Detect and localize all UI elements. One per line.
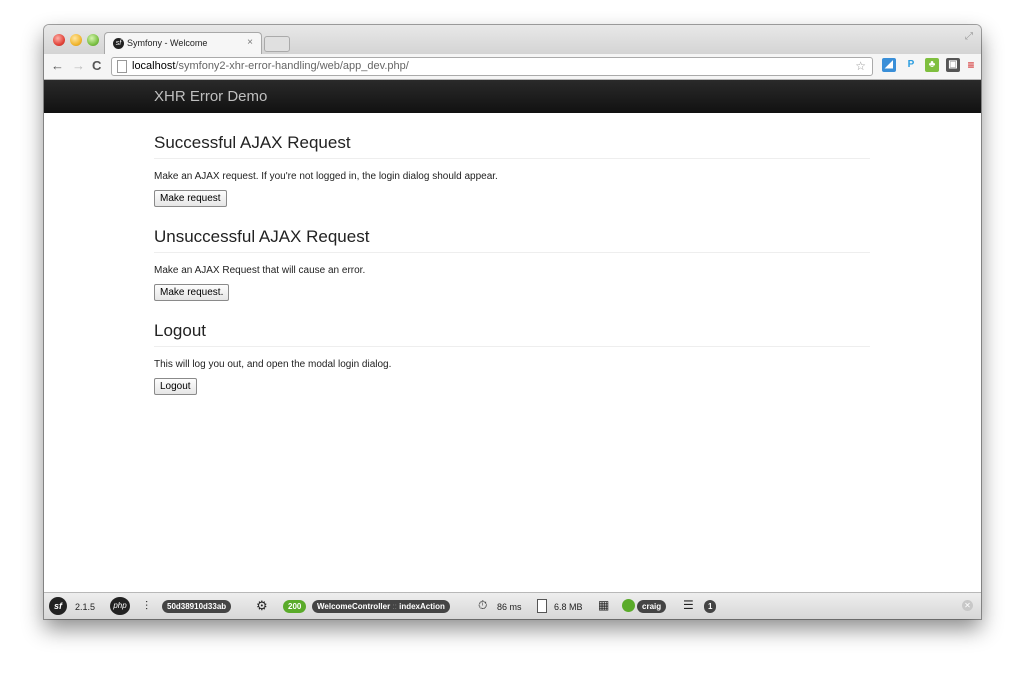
section-description: This will log you out, and open the moda… <box>154 359 392 370</box>
memory-icon <box>537 599 547 613</box>
controller-badge[interactable]: WelcomeController :: indexAction <box>312 600 450 613</box>
authenticated-status-icon <box>622 599 635 612</box>
page-navbar: XHR Error Demo <box>44 80 981 113</box>
chrome-menu-icon[interactable]: ≡ <box>964 58 978 72</box>
symfony-debug-toolbar: sf 2.1.5 php ⫶ 50d38910d33ab ⚙ 200 Welco… <box>44 592 981 619</box>
section-heading: Unsuccessful AJAX Request <box>154 207 870 253</box>
extension-evernote-icon[interactable]: ♣ <box>925 58 939 72</box>
extension-screenshot-icon[interactable]: ▣ <box>946 58 960 72</box>
make-error-request-button[interactable]: Make request. <box>154 284 230 301</box>
new-tab-button[interactable] <box>264 36 290 52</box>
symfony-logo-icon[interactable]: sf <box>49 597 67 615</box>
bookmark-star-icon[interactable]: ☆ <box>855 58 866 75</box>
url-host: localhost <box>132 60 176 72</box>
database-icon: ☰ <box>683 598 694 612</box>
tab-symfony-welcome[interactable]: sf Symfony - Welcome × <box>104 32 262 55</box>
extension-p-icon[interactable]: P <box>904 58 918 72</box>
browser-window: sf Symfony - Welcome × ⤢ ← → C localhost… <box>44 25 981 619</box>
url-text: localhost/symfony2-xhr-error-handling/we… <box>132 58 409 75</box>
fullscreen-icon[interactable]: ⤢ <box>965 31 973 42</box>
section-successful-request: Successful AJAX Request Make an AJAX req… <box>154 113 870 207</box>
gear-icon: ⚙ <box>256 598 268 613</box>
make-request-button[interactable]: Make request <box>154 190 227 207</box>
symfony-version[interactable]: 2.1.5 <box>75 602 95 612</box>
window-close-button[interactable] <box>53 34 65 46</box>
php-logo-icon[interactable]: php <box>110 597 130 615</box>
tab-close-icon[interactable]: × <box>247 37 253 48</box>
close-icon[interactable]: ✕ <box>962 600 973 611</box>
extension-icon[interactable]: ◢ <box>882 58 896 72</box>
back-arrow-icon[interactable]: ← <box>51 58 64 73</box>
url-path: /symfony2-xhr-error-handling/web/app_dev… <box>175 60 409 72</box>
page-icon <box>117 60 127 73</box>
separator: :: <box>390 602 400 611</box>
action-name: indexAction <box>399 602 445 611</box>
user-badge[interactable]: craig <box>637 600 667 613</box>
config-icon: ⫶ <box>145 599 149 613</box>
symfony-favicon-icon: sf <box>113 38 124 49</box>
request-time[interactable]: 86 ms <box>497 602 522 612</box>
section-heading: Successful AJAX Request <box>154 113 870 159</box>
section-unsuccessful-request: Unsuccessful AJAX Request Make an AJAX R… <box>154 207 870 301</box>
forward-arrow-icon[interactable]: → <box>72 58 85 73</box>
section-description: Make an AJAX Request that will cause an … <box>154 265 366 276</box>
section-description: Make an AJAX request. If you're not logg… <box>154 171 498 182</box>
section-logout: Logout This will log you out, and open t… <box>154 301 870 395</box>
section-heading: Logout <box>154 301 870 347</box>
timer-icon: ⏱ <box>478 598 488 612</box>
security-icon: ▦ <box>598 598 610 612</box>
db-query-count-badge[interactable]: 1 <box>704 600 717 613</box>
status-code-badge[interactable]: 200 <box>283 600 307 613</box>
address-bar[interactable]: localhost/symfony2-xhr-error-handling/we… <box>111 57 873 76</box>
main-content: Successful AJAX Request Make an AJAX req… <box>154 113 870 395</box>
tab-strip: sf Symfony - Welcome × ⤢ <box>44 25 981 55</box>
controller-name: WelcomeController <box>317 602 391 611</box>
memory-usage[interactable]: 6.8 MB <box>554 602 583 612</box>
window-maximize-button[interactable] <box>87 34 99 46</box>
request-token-badge[interactable]: 50d38910d33ab <box>162 600 232 613</box>
brand-title[interactable]: XHR Error Demo <box>154 88 267 105</box>
reload-icon[interactable]: C <box>92 58 101 73</box>
window-minimize-button[interactable] <box>70 34 82 46</box>
logout-button[interactable]: Logout <box>154 378 197 395</box>
browser-toolbar: ← → C localhost/symfony2-xhr-error-handl… <box>44 54 981 80</box>
tab-title: Symfony - Welcome <box>127 38 208 48</box>
